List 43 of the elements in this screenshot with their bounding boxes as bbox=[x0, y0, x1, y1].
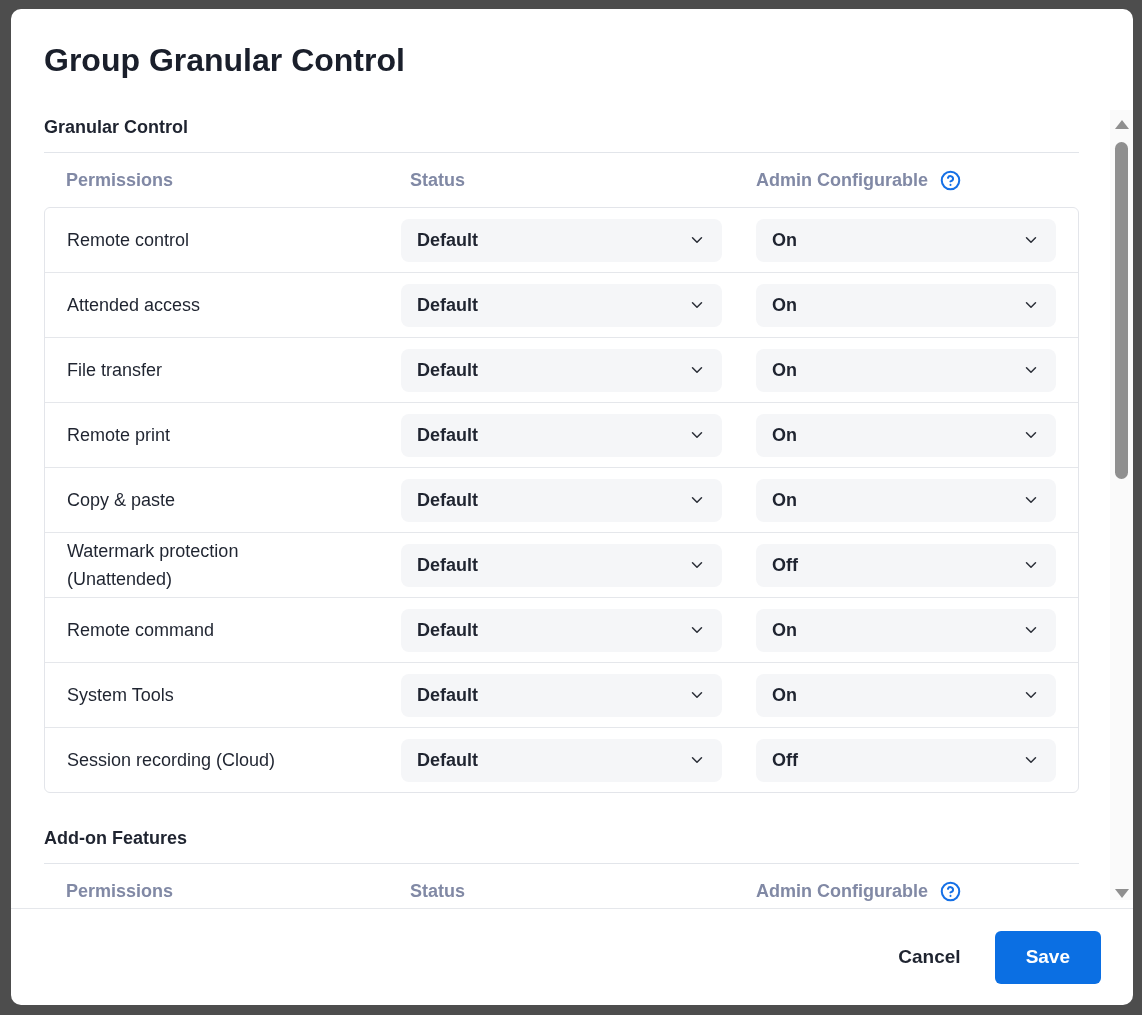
column-header: Permissions bbox=[66, 168, 174, 192]
section-title: Granular Control bbox=[44, 116, 188, 139]
permission-label: Remote print bbox=[67, 424, 171, 447]
scroll-up-arrow-icon[interactable] bbox=[1114, 120, 1129, 129]
status-select[interactable]: Default bbox=[401, 218, 722, 262]
admin-configurable-select[interactable]: On bbox=[756, 413, 1056, 457]
permission-label: System Tools bbox=[67, 684, 174, 707]
column-header: Status bbox=[410, 879, 465, 903]
column-header: Admin Configurable bbox=[756, 879, 928, 903]
status-select[interactable]: Default bbox=[401, 413, 722, 457]
help-icon[interactable] bbox=[940, 169, 961, 191]
column-header: Permissions bbox=[66, 879, 174, 903]
permission-label: Attended access bbox=[67, 294, 201, 317]
admin-configurable-select[interactable]: On bbox=[756, 283, 1056, 327]
status-select[interactable]: Default bbox=[401, 608, 722, 652]
status-select[interactable]: Default bbox=[401, 348, 722, 392]
admin-configurable-select[interactable]: On bbox=[756, 478, 1056, 522]
column-header: Admin Configurable bbox=[756, 168, 928, 192]
status-select[interactable]: Default bbox=[401, 478, 722, 522]
status-select[interactable]: Default bbox=[401, 283, 722, 327]
admin-configurable-select[interactable]: Off bbox=[756, 738, 1056, 782]
status-select[interactable]: Default bbox=[401, 738, 722, 782]
scrollbar-thumb[interactable] bbox=[1115, 142, 1128, 479]
admin-configurable-select[interactable]: Off bbox=[756, 543, 1056, 587]
dialog-title: Group Granular Control bbox=[44, 41, 405, 80]
scroll-down-arrow-icon[interactable] bbox=[1114, 889, 1129, 898]
admin-configurable-select[interactable]: On bbox=[756, 673, 1056, 717]
cancel-button[interactable]: Cancel bbox=[882, 930, 977, 984]
help-icon[interactable] bbox=[940, 880, 961, 902]
permission-label: File transfer bbox=[67, 359, 163, 382]
permission-label: Remote command bbox=[67, 619, 215, 642]
admin-configurable-select[interactable]: On bbox=[756, 218, 1056, 262]
permission-label: Remote control bbox=[67, 229, 190, 252]
permission-label: Watermark protection (Unattended) bbox=[67, 540, 240, 591]
status-select[interactable]: Default bbox=[401, 543, 722, 587]
permission-label: Session recording (Cloud) bbox=[67, 749, 276, 772]
admin-configurable-select[interactable]: On bbox=[756, 348, 1056, 392]
section-title: Add-on Features bbox=[44, 827, 187, 850]
save-button[interactable]: Save bbox=[994, 930, 1101, 984]
column-header: Status bbox=[410, 168, 465, 192]
admin-configurable-select[interactable]: On bbox=[756, 608, 1056, 652]
status-select[interactable]: Default bbox=[401, 673, 722, 717]
permission-label: Copy & paste bbox=[67, 489, 176, 512]
